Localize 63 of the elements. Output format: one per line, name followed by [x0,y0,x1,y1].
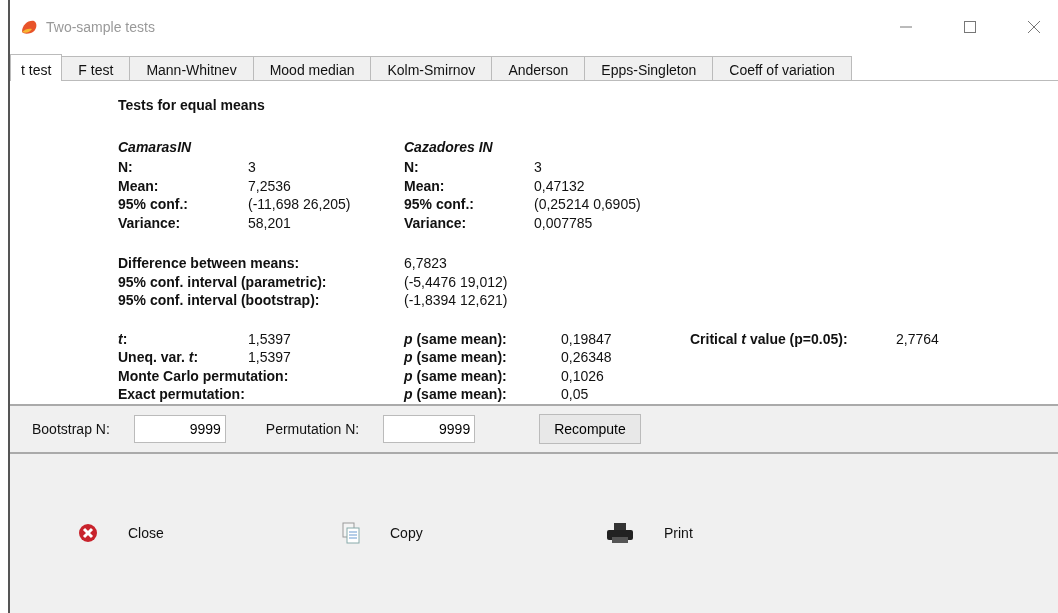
stat-value: 6,7823 [404,255,448,272]
stat-label: p (same mean): [404,367,508,384]
stat-label: Variance: [404,214,468,231]
stat-label: p (same mean): [404,386,508,403]
stat-label: Uneq. var. t: [118,349,200,366]
stat-label: 95% conf. interval (bootstrap): [118,292,321,309]
stat-value: 58,201 [248,214,292,231]
stat-label: 95% conf.: [404,196,475,213]
section-heading: Tests for equal means [118,97,266,115]
input-field[interactable]: 9999 [133,414,226,443]
tab[interactable]: Epps-Singleton [584,56,714,80]
stat-label: Variance: [118,214,182,231]
stat-label: Critical t value (p=0.05): [690,330,849,347]
stat-value: 1,5397 [248,349,292,366]
stat-label: Mean: [118,177,160,194]
toolbar-label[interactable]: Copy [390,525,423,542]
stat-value: 0,05 [561,386,590,403]
stat-label: t: [118,330,129,347]
stat-label: 95% conf.: [118,196,189,213]
stat-label: Mean: [404,177,446,194]
maximize-icon[interactable] [964,21,976,33]
printer-icon[interactable] [606,522,634,545]
tab[interactable]: Mood median [252,56,372,80]
tab[interactable]: t test [10,54,63,81]
stat-value: 3 [248,159,257,176]
toolbar-label[interactable]: Print [664,525,693,542]
tab[interactable]: Kolm-Smirnov [370,56,493,80]
toolbar-label[interactable]: Close [128,525,164,542]
stat-label: Exact permutation: [118,386,246,403]
stat-value: 7,2536 [248,177,292,194]
tab[interactable]: Mann-Whitnev [129,56,254,80]
stat-value: 0,47132 [534,177,586,194]
stat-label: 95% conf. interval (parametric): [118,273,328,290]
stat-value: 2,7764 [896,330,940,347]
input-field[interactable]: 9999 [383,414,476,443]
stat-label: Monte Carlo permutation: [118,367,290,384]
stat-label: N: [118,159,134,176]
tab[interactable]: Anderson [491,56,586,80]
recompute-button[interactable]: Recompute [539,413,641,444]
stat-value: (-1,8394 12,621) [404,292,509,309]
stat-label: p (same mean): [404,330,508,347]
tab[interactable]: F test [61,56,131,80]
app-icon [20,19,38,35]
stat-label: Difference between means: [118,255,301,272]
close-icon[interactable] [1028,21,1040,33]
stat-value: 3 [534,159,543,176]
stat-value: (-5,4476 19,012) [404,273,509,290]
tab[interactable]: Coeff of variation [712,56,852,80]
stat-value: 0,1026 [561,367,605,384]
sample-name: Cazadores IN [404,139,494,157]
stat-value: 1,5397 [248,330,292,347]
field-label: Bootstrap N: [32,420,110,437]
close-icon[interactable] [78,523,98,544]
stat-value: 0,19847 [561,330,613,347]
stat-value: (0,25214 0,6905) [534,196,642,213]
field-label: Permutation N: [265,420,360,437]
stat-value: 0,007785 [534,214,594,231]
sample-name: CamarasIN [118,139,193,157]
stat-label: N: [404,159,420,176]
stat-value: (-11,698 26,205) [248,196,352,213]
stat-value: 0,26348 [561,349,613,366]
stat-label: p (same mean): [404,349,508,366]
window-title: Two-sample tests [46,19,155,35]
